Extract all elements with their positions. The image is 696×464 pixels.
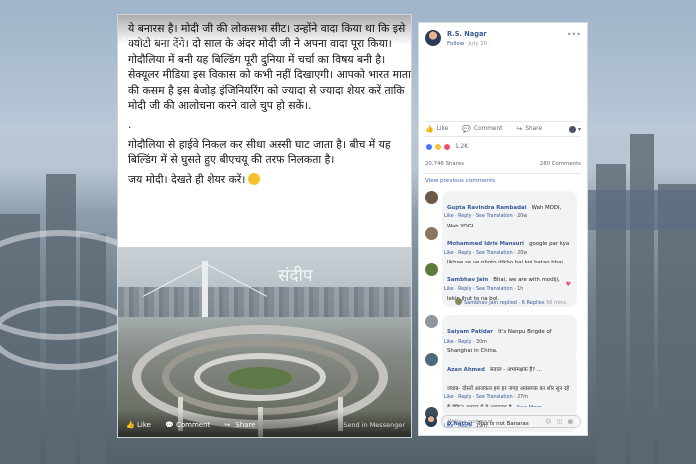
share-label: Share <box>525 126 543 132</box>
more-options-icon[interactable]: ••• <box>567 30 581 39</box>
facebook-post-panel: R.S. Nagar Follow · July 10 · ••• 👍 Like … <box>418 22 588 436</box>
share-audience-selector[interactable]: ▾ <box>568 125 581 133</box>
comment-actions[interactable]: Like · Reply <box>444 340 471 345</box>
commenter-name[interactable]: Mohammed Idris Mansuri <box>447 241 524 247</box>
bridge-tower <box>202 261 208 317</box>
comment-meta: Like · Reply · See Translation · 27m <box>444 395 528 400</box>
image-share-button[interactable]: ↪ Share <box>224 421 255 429</box>
send-in-messenger-link[interactable]: Send in Messenger <box>343 421 405 429</box>
post-paragraph: . <box>128 118 132 132</box>
commenter-avatar[interactable] <box>425 353 438 366</box>
image-actions: 👍 Like 💬 Comment ↪ Share <box>126 421 255 429</box>
share-icon: ↪ <box>516 125 523 133</box>
comment-time: · 20w <box>514 214 528 219</box>
comment-actions[interactable]: Like · Reply · See Translation <box>444 214 513 219</box>
post-paragraph: गोदौलिया से हाईवे निकल कर सीधा अस्सी घाट… <box>128 137 391 167</box>
follow-link[interactable]: Follow <box>447 41 464 47</box>
author-avatar[interactable] <box>425 30 441 46</box>
comment-attachment-icons[interactable]: ☺ ◫ ▦ <box>545 419 575 425</box>
photo-watermark: संदीप <box>278 266 313 286</box>
commenter-name[interactable]: Gupta Ravindra Rambadai <box>447 205 526 211</box>
comment-time: · 30m <box>472 340 487 345</box>
reply-avatar <box>455 298 462 305</box>
comment-label: Comment <box>474 126 503 132</box>
like-reaction-icon <box>425 143 433 151</box>
share-icon: ↪ <box>224 421 231 429</box>
reply-author: Sambhav Jain replied <box>464 300 517 306</box>
river <box>585 190 696 230</box>
heart-reaction-icon: ♥ <box>565 281 571 288</box>
like-button[interactable]: 👍 Like <box>425 125 448 133</box>
write-comment-row: Write a comment... ☺ ◫ ▦ <box>425 415 581 429</box>
comments-count[interactable]: 280 Comments <box>540 161 581 167</box>
post-image[interactable]: ये बनारस है। मोदी जी की लोकसभा सीट। उन्ह… <box>117 14 412 438</box>
center-garden <box>228 367 292 389</box>
image-like-label: Like <box>137 421 151 429</box>
commenter-avatar[interactable] <box>425 191 438 204</box>
reply-count: · 6 Replies <box>518 300 545 306</box>
profile-icon <box>568 125 576 133</box>
reply-time: 56 mins <box>546 300 567 306</box>
thumbs-up-icon: 👍 <box>425 125 434 133</box>
like-label: Like <box>436 126 449 132</box>
comment-meta: Like · Reply · See Translation · 20w <box>444 251 527 256</box>
comment-button[interactable]: 💬 Comment <box>462 125 502 133</box>
post-header: R.S. Nagar Follow · July 10 · ••• <box>425 30 581 56</box>
commenter-name[interactable]: Saiyam Patidar <box>447 329 493 335</box>
comment-icon: 💬 <box>462 125 471 133</box>
thumbs-up-icon: 👍 <box>126 421 135 429</box>
commenter-name[interactable]: Sambhav Jain <box>447 277 488 283</box>
comment-text: सवाल - अभ्यमक्षक है? ... <box>489 367 542 373</box>
commenter-name[interactable]: Azan Ahmed <box>447 367 485 373</box>
write-comment-placeholder: Write a comment... <box>448 419 498 425</box>
comment-meta: Like · Reply · See Translation · 1h <box>444 287 523 292</box>
love-reaction-icon <box>443 143 451 151</box>
comment-time: · 20w <box>514 251 528 256</box>
divider <box>425 173 581 174</box>
bridge-photo: संदीप <box>118 247 411 437</box>
reaction-count: 1.2K <box>455 144 469 150</box>
commenter-avatar[interactable] <box>425 263 438 276</box>
image-like-button[interactable]: 👍 Like <box>126 421 151 429</box>
write-comment-input[interactable]: Write a comment... ☺ ◫ ▦ <box>441 415 581 428</box>
commenter-avatar[interactable] <box>425 315 438 328</box>
haha-reaction-icon <box>434 143 442 151</box>
post-paragraph-text: जय मोदी। देखते ही शेयर करें। <box>128 172 246 186</box>
replies-summary[interactable]: Sambhav Jain replied · 6 Replies 56 mins <box>455 298 566 306</box>
commenter-avatar[interactable] <box>425 227 438 240</box>
chevron-down-icon: ▾ <box>577 125 581 133</box>
comment-meta: Like · Reply · 30m <box>444 340 487 345</box>
skyline <box>118 287 411 317</box>
post-actions: 👍 Like 💬 Comment ↪ Share ▾ <box>425 121 581 137</box>
image-comment-label: Comment <box>175 421 211 429</box>
image-comment-button[interactable]: 💬 Comment <box>165 421 210 429</box>
share-button[interactable]: ↪ Share <box>516 125 542 133</box>
comment-meta: Like · Reply · See Translation · 20w <box>444 214 527 219</box>
view-previous-comments-link[interactable]: View previous comments <box>425 178 495 184</box>
reactions-summary[interactable]: 1.2K <box>425 142 468 152</box>
post-stats: 20,746 Shares 280 Comments <box>425 161 581 171</box>
comment-actions[interactable]: Like · Reply · See Translation <box>444 287 513 292</box>
comment-time: · 27m <box>514 395 528 400</box>
smile-emoji-icon <box>248 172 261 185</box>
expand-icon[interactable]: ⤢ <box>390 41 401 52</box>
author-name[interactable]: R.S. Nagar <box>447 30 487 38</box>
post-paragraph-final: जय मोदी। देखते ही शेयर करें। <box>128 172 411 187</box>
building <box>630 134 654 464</box>
post-date[interactable]: · July 10 · <box>465 41 491 47</box>
theater-label: Tilt Full Image <box>122 37 186 47</box>
image-share-label: Share <box>235 421 256 429</box>
shares-count[interactable]: 20,746 Shares <box>425 161 464 167</box>
comment-actions[interactable]: Like · Reply · See Translation <box>444 251 513 256</box>
comment-actions[interactable]: Like · Reply · See Translation <box>444 395 513 400</box>
viewer-avatar <box>425 415 437 427</box>
comment-time: · 1h <box>514 287 524 292</box>
comment-icon: 💬 <box>164 421 174 429</box>
